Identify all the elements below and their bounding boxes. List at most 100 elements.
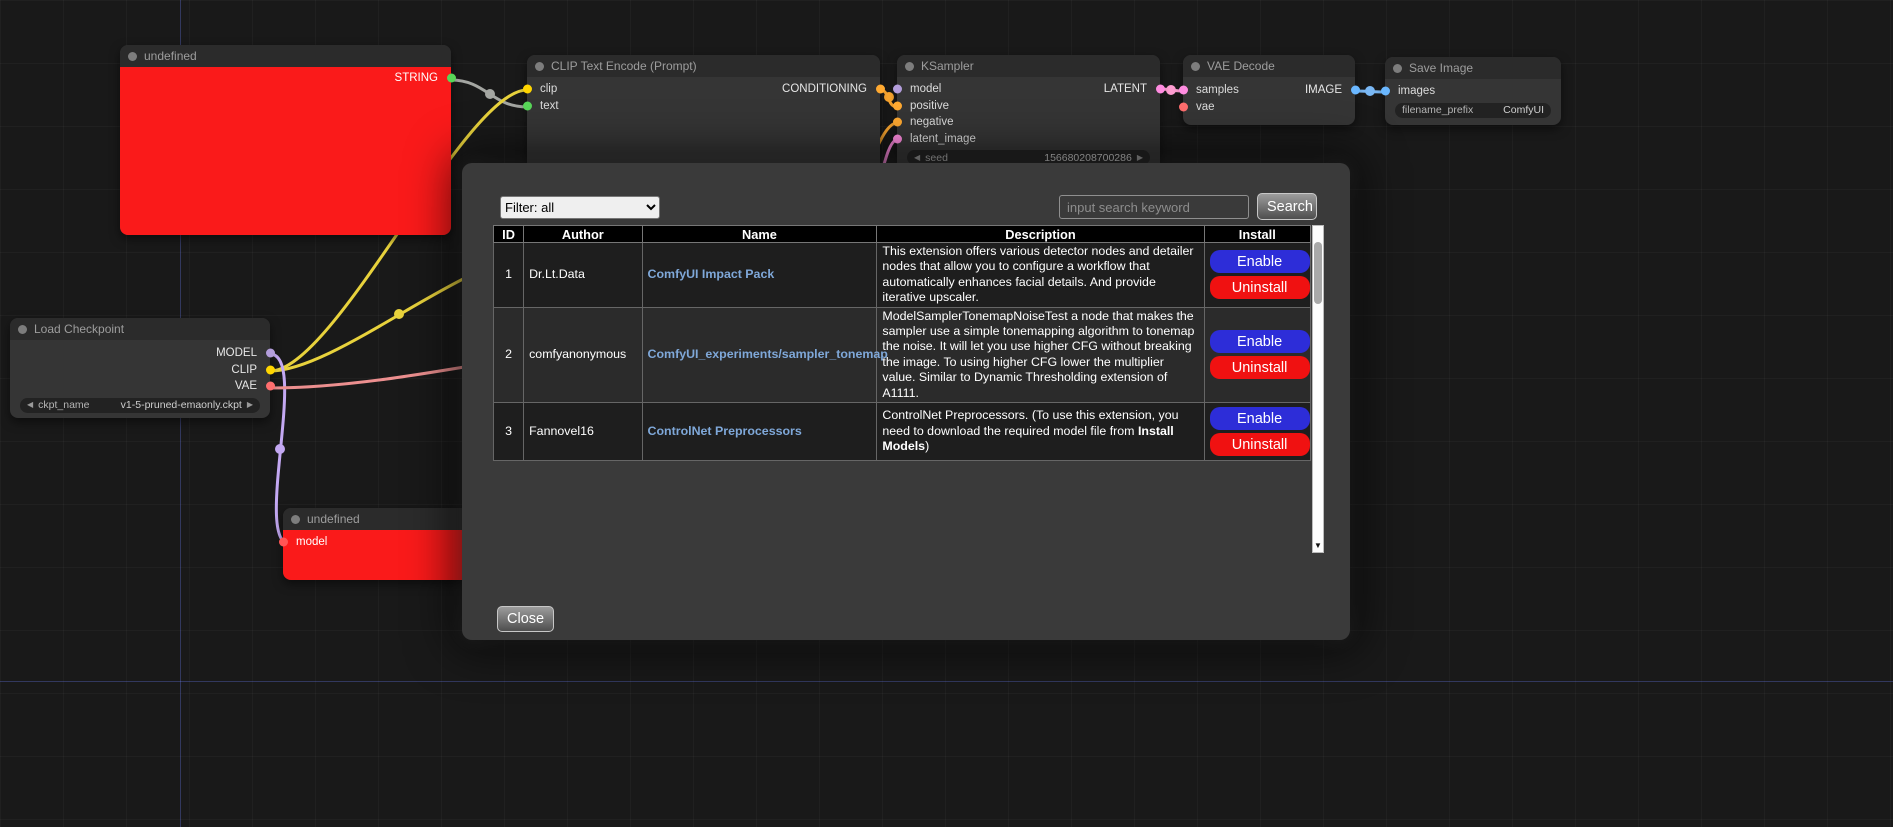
table-scrollbar[interactable]: ▼ (1312, 225, 1324, 553)
uninstall-button[interactable]: Uninstall (1210, 276, 1310, 299)
node-title: VAE Decode (1207, 59, 1275, 73)
extension-link[interactable]: ComfyUI Impact Pack (648, 267, 775, 281)
string-output-port[interactable] (447, 74, 456, 83)
node-undefined-top-body: STRING (120, 67, 451, 235)
node-title: KSampler (921, 59, 974, 73)
increment-arrow-icon[interactable]: ▶ (247, 401, 253, 409)
collapse-dot-icon[interactable] (18, 325, 27, 334)
output-label-string: STRING (395, 72, 438, 84)
wire-cond-dot (884, 92, 894, 102)
vae-output-port[interactable] (266, 382, 275, 391)
ckpt-name-label: ckpt_name (38, 399, 89, 411)
node-undefined-top-header[interactable]: undefined (120, 45, 451, 67)
filename-prefix-value: ComfyUI (1503, 104, 1544, 116)
wire-string-dot (485, 89, 495, 99)
uninstall-button[interactable]: Uninstall (1210, 433, 1310, 456)
latent-output-port[interactable] (1156, 85, 1165, 94)
extension-link[interactable]: ComfyUI_experiments/sampler_tonemap (648, 347, 888, 361)
row-id: 3 (494, 403, 524, 461)
table-row: 2 comfyanonymous ComfyUI_experiments/sam… (494, 307, 1311, 402)
node-clip-text-encode-header[interactable]: CLIP Text Encode (Prompt) (527, 55, 880, 77)
input-label-images: images (1398, 85, 1435, 97)
output-label-clip: CLIP (231, 364, 257, 376)
input-label-positive: positive (910, 100, 949, 112)
ckpt-name-widget[interactable]: ◀ ckpt_name v1-5-pruned-emaonly.ckpt ▶ (20, 398, 260, 413)
extension-link[interactable]: ControlNet Preprocessors (648, 424, 802, 438)
clip-input-port[interactable] (523, 85, 532, 94)
images-input-port[interactable] (1381, 87, 1390, 96)
node-save-image[interactable]: Save Image images filename_prefix ComfyU… (1385, 57, 1561, 125)
header-install: Install (1204, 226, 1310, 243)
image-output-port[interactable] (1351, 86, 1360, 95)
row-author: Dr.Lt.Data (524, 243, 642, 308)
model-input-port[interactable] (893, 85, 902, 94)
scroll-down-arrow-icon[interactable]: ▼ (1313, 540, 1323, 551)
node-undefined-top[interactable]: undefined STRING (120, 45, 451, 235)
seed-widget-value: 156680208700286 (1044, 152, 1132, 164)
manager-dialog: Filter: all Search ID Author Name Descri… (462, 163, 1350, 640)
collapse-dot-icon[interactable] (128, 52, 137, 61)
header-author: Author (524, 226, 642, 243)
extensions-table-wrap: ID Author Name Description Install 1 Dr.… (493, 225, 1324, 553)
wire-model-dot (275, 444, 285, 454)
vae-input-port[interactable] (1179, 102, 1188, 111)
row-id: 1 (494, 243, 524, 308)
extensions-table: ID Author Name Description Install 1 Dr.… (493, 225, 1311, 461)
positive-input-port[interactable] (893, 101, 902, 110)
node-vae-decode[interactable]: VAE Decode samples IMAGE vae (1183, 55, 1355, 125)
node-load-checkpoint-body: MODEL CLIP VAE ◀ ckpt_name v1-5-pruned-e… (10, 340, 270, 413)
decrement-arrow-icon[interactable]: ◀ (27, 401, 33, 409)
text-input-port[interactable] (523, 101, 532, 110)
node-ksampler-body: model LATENT positive negative latent_im… (897, 77, 1160, 165)
enable-button[interactable]: Enable (1210, 330, 1310, 353)
ckpt-name-value: v1-5-pruned-emaonly.ckpt (121, 399, 242, 411)
output-label-model: MODEL (216, 347, 257, 359)
enable-button[interactable]: Enable (1210, 250, 1310, 273)
input-label-samples: samples (1196, 84, 1239, 96)
header-id: ID (494, 226, 524, 243)
search-button[interactable]: Search (1257, 193, 1317, 220)
node-clip-text-encode-body: clip CONDITIONING text (527, 77, 880, 114)
node-vae-decode-body: samples IMAGE vae (1183, 77, 1355, 115)
conditioning-output-port[interactable] (876, 85, 885, 94)
node-load-checkpoint[interactable]: Load Checkpoint MODEL CLIP VAE ◀ ckpt_na… (10, 318, 270, 418)
filter-select[interactable]: Filter: all (500, 196, 660, 219)
close-button[interactable]: Close (497, 606, 554, 632)
table-header-row: ID Author Name Description Install (494, 226, 1311, 243)
row-author: comfyanonymous (524, 307, 642, 402)
node-save-image-body: images filename_prefix ComfyUI (1385, 79, 1561, 118)
collapse-dot-icon[interactable] (291, 515, 300, 524)
table-row: 1 Dr.Lt.Data ComfyUI Impact Pack This ex… (494, 243, 1311, 308)
collapse-dot-icon[interactable] (1393, 64, 1402, 73)
uninstall-button[interactable]: Uninstall (1210, 356, 1310, 379)
samples-input-port[interactable] (1179, 86, 1188, 95)
node-ksampler-header[interactable]: KSampler (897, 55, 1160, 77)
node-title: undefined (307, 512, 360, 526)
collapse-dot-icon[interactable] (535, 62, 544, 71)
increment-arrow-icon[interactable]: ▶ (1137, 154, 1143, 162)
enable-button[interactable]: Enable (1210, 407, 1310, 430)
node-load-checkpoint-header[interactable]: Load Checkpoint (10, 318, 270, 340)
input-label-clip: clip (540, 83, 557, 95)
model-output-port[interactable] (266, 349, 275, 358)
row-description: ControlNet Preprocessors. (To use this e… (877, 403, 1204, 461)
model-input-port[interactable] (279, 538, 288, 547)
latent-image-input-port[interactable] (893, 134, 902, 143)
node-save-image-header[interactable]: Save Image (1385, 57, 1561, 79)
row-author: Fannovel16 (524, 403, 642, 461)
collapse-dot-icon[interactable] (905, 62, 914, 71)
negative-input-port[interactable] (893, 118, 902, 127)
node-vae-decode-header[interactable]: VAE Decode (1183, 55, 1355, 77)
decrement-arrow-icon[interactable]: ◀ (914, 154, 920, 162)
clip-output-port[interactable] (266, 365, 275, 374)
search-input[interactable] (1059, 195, 1249, 219)
filename-prefix-widget[interactable]: filename_prefix ComfyUI (1395, 103, 1551, 118)
node-title: Save Image (1409, 61, 1473, 75)
seed-widget-label: seed (925, 152, 948, 164)
node-title: undefined (144, 49, 197, 63)
wire-clip2-dot (394, 309, 404, 319)
collapse-dot-icon[interactable] (1191, 62, 1200, 71)
scrollbar-thumb[interactable] (1314, 242, 1322, 304)
input-label-latent-image: latent_image (910, 133, 976, 145)
input-label-vae: vae (1196, 101, 1215, 113)
